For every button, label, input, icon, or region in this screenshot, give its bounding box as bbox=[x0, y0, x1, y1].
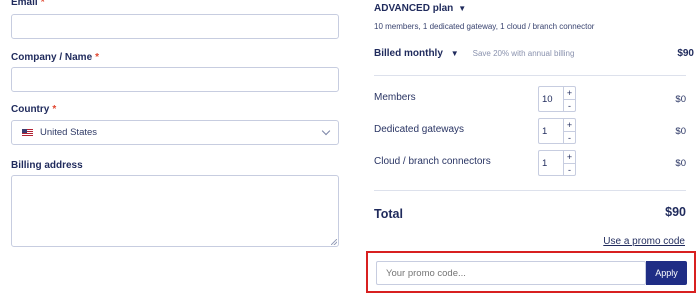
line-item-cost: $0 bbox=[675, 158, 686, 169]
line-item-gateways: Dedicated gateways 1 + - $0 bbox=[374, 118, 686, 146]
line-item-cost: $0 bbox=[675, 126, 686, 137]
divider bbox=[374, 190, 686, 191]
line-item-cost: $0 bbox=[675, 94, 686, 105]
company-label: Company / Name * bbox=[11, 52, 100, 63]
connectors-quantity-stepper[interactable]: 1 + - bbox=[538, 150, 576, 176]
billing-form: Email * Company / Name * Country * United S… bbox=[0, 0, 350, 297]
quantity-value[interactable]: 1 bbox=[539, 151, 563, 175]
apply-button[interactable]: Apply bbox=[646, 261, 687, 285]
members-quantity-stepper[interactable]: 10 + - bbox=[538, 86, 576, 112]
billing-address-label: Billing address bbox=[11, 160, 83, 171]
plan-name: ADVANCED plan bbox=[374, 3, 454, 14]
line-item-name: Dedicated gateways bbox=[374, 124, 465, 135]
caret-down-icon: ▼ bbox=[458, 4, 467, 13]
annual-saving-note: Save 20% with annual billing bbox=[472, 49, 575, 58]
email-label: Email * bbox=[11, 0, 45, 8]
decrement-button[interactable]: - bbox=[564, 131, 575, 144]
company-field[interactable] bbox=[11, 67, 339, 92]
line-item-name: Members bbox=[374, 92, 416, 103]
divider bbox=[374, 75, 686, 76]
country-select[interactable]: United States bbox=[11, 120, 339, 145]
increment-button[interactable]: + bbox=[564, 119, 575, 131]
quantity-value[interactable]: 1 bbox=[539, 119, 563, 143]
resize-handle-icon[interactable] bbox=[331, 239, 337, 245]
billing-period-row: Billed monthly ▼ Save 20% with annual bi… bbox=[374, 48, 694, 59]
total-value: $90 bbox=[665, 205, 686, 219]
plan-price: $90 bbox=[677, 48, 694, 59]
decrement-button[interactable]: - bbox=[564, 99, 575, 112]
quantity-value[interactable]: 10 bbox=[539, 87, 563, 111]
order-summary: ADVANCED plan ▼ 10 members, 1 dedicated … bbox=[366, 0, 700, 297]
us-flag-icon bbox=[22, 129, 33, 136]
total-row: Total $90 bbox=[374, 205, 686, 223]
billing-period-selector[interactable]: Billed monthly ▼ bbox=[374, 48, 459, 59]
caret-down-icon: ▼ bbox=[450, 49, 459, 58]
plan-description: 10 members, 1 dedicated gateway, 1 cloud… bbox=[374, 22, 595, 31]
gateways-quantity-stepper[interactable]: 1 + - bbox=[538, 118, 576, 144]
promo-code-section: Apply bbox=[366, 251, 696, 293]
country-label: Country * bbox=[11, 104, 57, 115]
decrement-button[interactable]: - bbox=[564, 163, 575, 176]
promo-code-input[interactable] bbox=[376, 261, 646, 285]
promo-code-link[interactable]: Use a promo code bbox=[603, 236, 685, 247]
plan-selector[interactable]: ADVANCED plan ▼ bbox=[374, 3, 466, 14]
total-label: Total bbox=[374, 207, 403, 221]
line-item-name: Cloud / branch connectors bbox=[374, 156, 491, 167]
line-item-connectors: Cloud / branch connectors 1 + - $0 bbox=[374, 150, 686, 178]
line-item-members: Members 10 + - $0 bbox=[374, 86, 686, 114]
email-field[interactable] bbox=[11, 14, 339, 39]
country-value: United States bbox=[40, 127, 98, 138]
chevron-down-icon bbox=[321, 126, 331, 136]
increment-button[interactable]: + bbox=[564, 87, 575, 99]
increment-button[interactable]: + bbox=[564, 151, 575, 163]
billing-address-field[interactable] bbox=[11, 175, 339, 247]
